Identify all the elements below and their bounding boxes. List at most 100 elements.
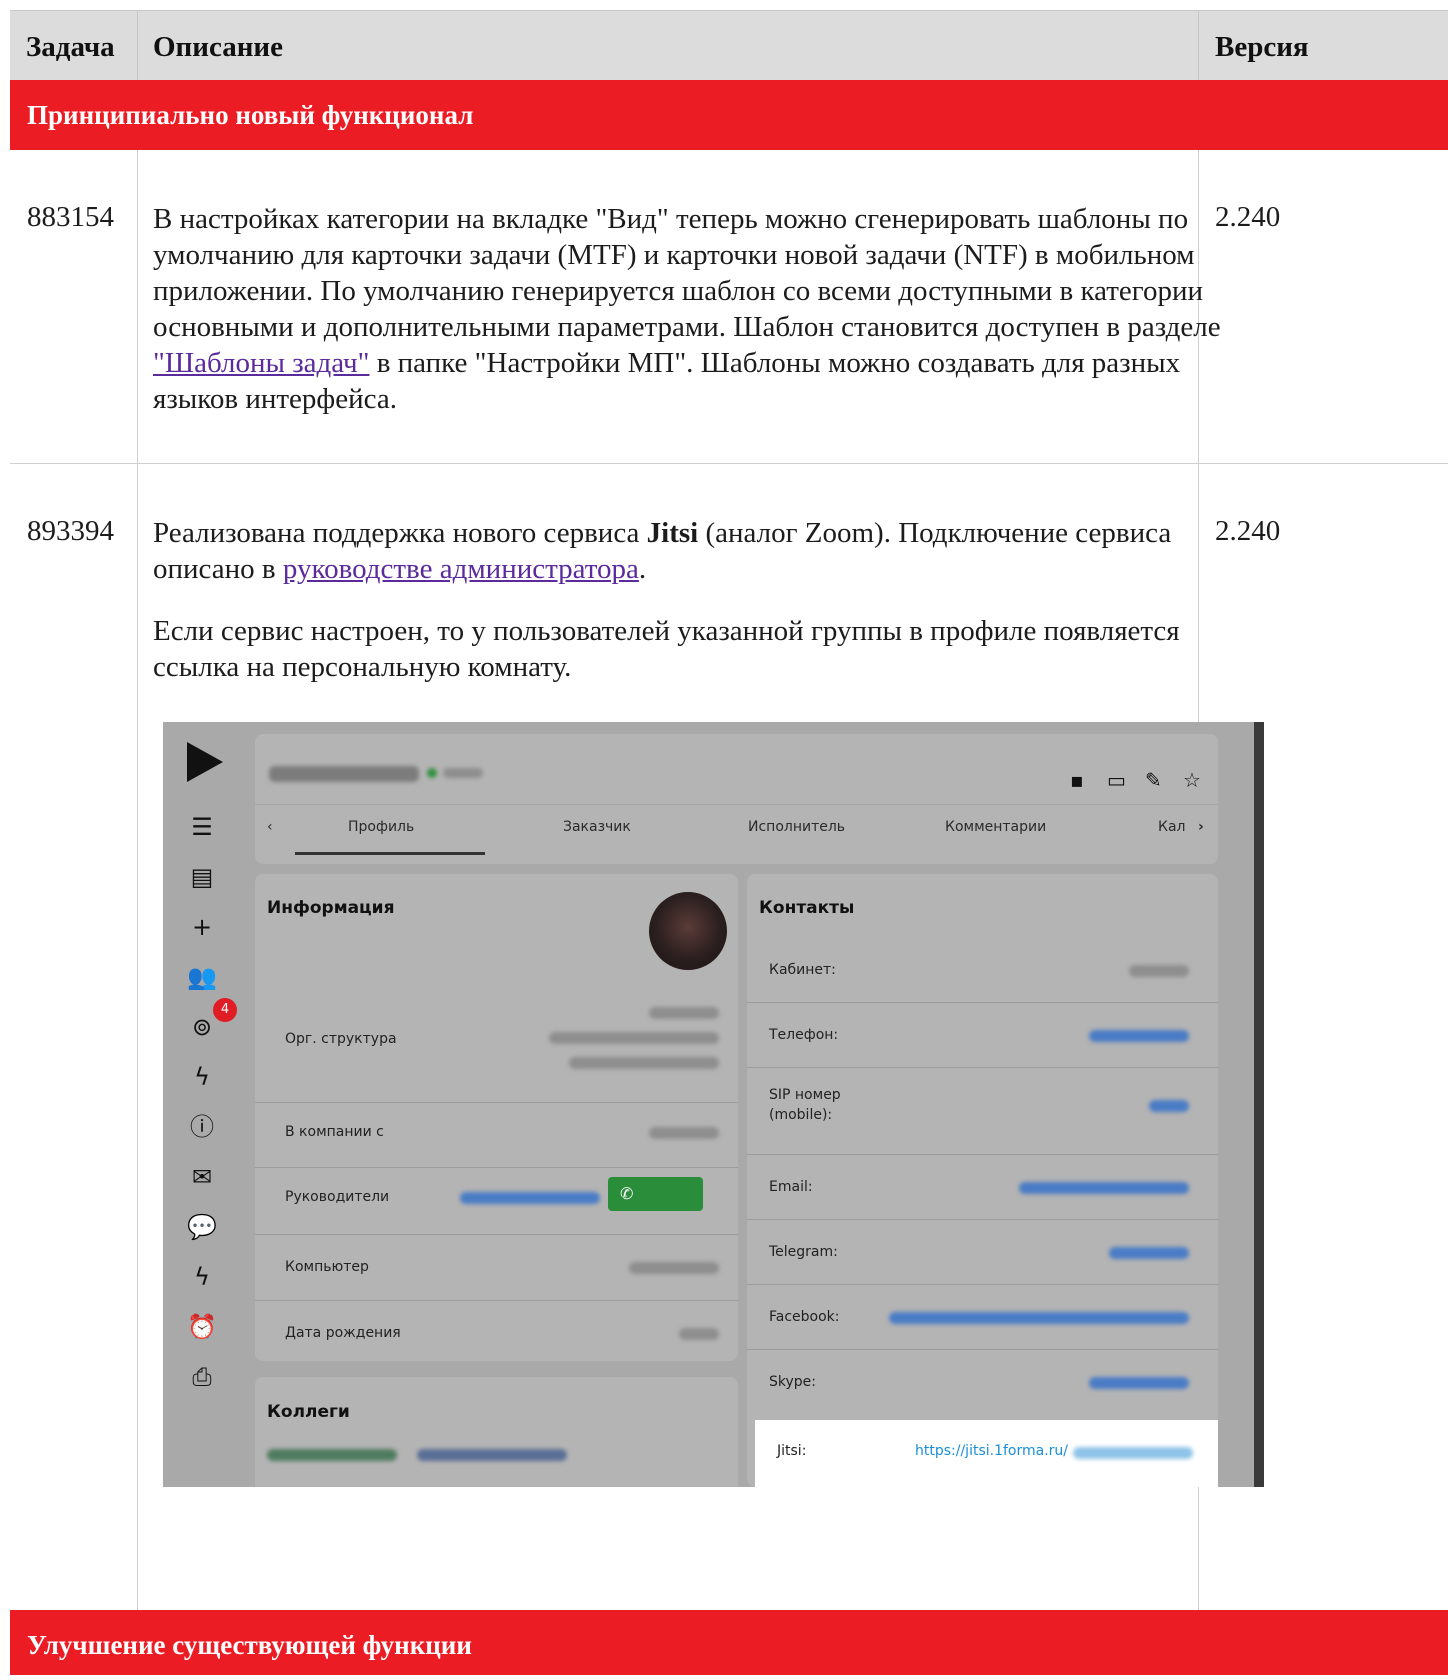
plus-icon: + bbox=[191, 913, 213, 941]
edit-icon[interactable]: ✎ bbox=[1145, 768, 1162, 792]
stats-icon-2: ϟ bbox=[194, 1263, 210, 1291]
alarm-icon: ⏰ bbox=[187, 1313, 217, 1341]
sidebar-rail: ☰ ▤ + 👥 ⊚ 4 ϟ ⓘ ✉ 💬 ϟ ⏰ ⎙ bbox=[163, 722, 243, 1487]
blurred-link[interactable] bbox=[889, 1312, 1189, 1324]
blurred-link[interactable] bbox=[460, 1192, 600, 1204]
sip-label: SIP номер bbox=[769, 1087, 841, 1103]
column-divider bbox=[1198, 11, 1199, 81]
in-company-since-label: В компании с bbox=[285, 1124, 384, 1140]
column-divider bbox=[137, 11, 138, 81]
tabs-prev-icon[interactable]: ‹ bbox=[267, 819, 273, 835]
status-blurred bbox=[443, 768, 483, 778]
row-divider bbox=[255, 1300, 738, 1301]
task-version: 2.240 bbox=[1215, 201, 1281, 233]
facebook-label: Facebook: bbox=[769, 1309, 840, 1325]
blurred-value bbox=[649, 1127, 719, 1139]
contacts-card-title: Контакты bbox=[759, 898, 855, 918]
row-divider bbox=[747, 1284, 1218, 1285]
profile-screenshot: ☰ ▤ + 👥 ⊚ 4 ϟ ⓘ ✉ 💬 ϟ ⏰ ⎙ ▪ ▭ ✎ ☆ ‹ Проф… bbox=[163, 722, 1264, 1487]
status-dot bbox=[427, 768, 437, 778]
blurred-value bbox=[649, 1007, 719, 1019]
colleagues-card: Коллеги bbox=[255, 1377, 738, 1487]
email-label: Email: bbox=[769, 1179, 813, 1195]
blurred-link[interactable] bbox=[1089, 1377, 1189, 1389]
header-description: Описание bbox=[153, 31, 283, 63]
release-notes-page: Задача Описание Версия Принципиально нов… bbox=[0, 0, 1448, 1675]
task-description: В настройках категории на вкладке "Вид" … bbox=[153, 201, 1238, 417]
row-divider bbox=[747, 1349, 1218, 1350]
blurred-value bbox=[629, 1262, 719, 1274]
description-text: Реализована поддержка нового сервиса bbox=[153, 517, 647, 549]
user-name-blurred bbox=[269, 766, 419, 782]
row-divider bbox=[747, 1219, 1218, 1220]
info-card-title: Информация bbox=[267, 898, 395, 918]
board-icon: ▤ bbox=[190, 863, 214, 891]
description-paragraph: Если сервис настроен, то у пользователей… bbox=[153, 615, 1180, 683]
blurred-value bbox=[679, 1328, 719, 1340]
row-divider bbox=[255, 1102, 738, 1103]
computer-label: Компьютер bbox=[285, 1259, 369, 1275]
header-version: Версия bbox=[1215, 31, 1309, 63]
description-text: . bbox=[638, 553, 647, 585]
jitsi-bold: Jitsi bbox=[646, 517, 699, 549]
row-divider bbox=[747, 1154, 1218, 1155]
column-divider bbox=[137, 150, 138, 463]
skype-label: Skype: bbox=[769, 1374, 816, 1390]
description-paragraph: Реализована поддержка нового сервиса Jit… bbox=[153, 515, 1238, 587]
section-header: Принципиально новый функционал bbox=[10, 80, 1448, 150]
blurred-colleague[interactable] bbox=[417, 1449, 567, 1461]
jitsi-label: Jitsi: bbox=[777, 1443, 807, 1459]
blurred-value bbox=[569, 1057, 719, 1069]
sip-mobile-label: (mobile): bbox=[769, 1107, 833, 1123]
row-divider bbox=[747, 1002, 1218, 1003]
blurred-colleague[interactable] bbox=[267, 1449, 397, 1461]
avatar bbox=[649, 892, 727, 970]
jitsi-room-link[interactable]: https://jitsi.1forma.ru/ bbox=[915, 1443, 1068, 1459]
document-icon[interactable]: ▪ bbox=[1070, 768, 1084, 792]
call-button[interactable]: ✆ bbox=[608, 1177, 703, 1211]
tabs-next-icon[interactable]: › bbox=[1198, 819, 1204, 835]
help-icon: ⊚ bbox=[191, 1013, 213, 1041]
tab-executor[interactable]: Исполнитель bbox=[748, 819, 845, 835]
inbox-icon: ⎙ bbox=[192, 1363, 212, 1391]
notification-badge: 4 bbox=[213, 998, 237, 1022]
blurred-value bbox=[1129, 965, 1189, 977]
chat-icon: 💬 bbox=[187, 1213, 217, 1241]
phone-label: Телефон: bbox=[769, 1027, 839, 1043]
task-id: 883154 bbox=[27, 201, 114, 233]
blurred-link[interactable] bbox=[1019, 1182, 1189, 1194]
colleagues-card-title: Коллеги bbox=[267, 1402, 350, 1422]
tab-comments[interactable]: Комментарии bbox=[945, 819, 1046, 835]
table-row: 883154 В настройках категории на вкладке… bbox=[10, 150, 1448, 463]
tab-profile[interactable]: Профиль bbox=[348, 819, 414, 835]
row-divider bbox=[255, 1234, 738, 1235]
tab-customer[interactable]: Заказчик bbox=[563, 819, 631, 835]
task-templates-link[interactable]: "Шаблоны задач" bbox=[153, 347, 369, 379]
row-divider bbox=[747, 1067, 1218, 1068]
blurred-link[interactable] bbox=[1149, 1100, 1189, 1112]
row-divider bbox=[255, 1167, 738, 1168]
blurred-link[interactable] bbox=[1089, 1030, 1189, 1042]
star-icon[interactable]: ☆ bbox=[1183, 768, 1201, 792]
cabinet-label: Кабинет: bbox=[769, 962, 836, 978]
admin-guide-link[interactable]: руководстве администратора bbox=[283, 553, 639, 585]
jitsi-row: Jitsi: https://jitsi.1forma.ru/ bbox=[755, 1420, 1218, 1487]
table-header: Задача Описание Версия bbox=[10, 10, 1448, 81]
blurred-link[interactable] bbox=[1109, 1247, 1189, 1259]
scrollbar bbox=[1254, 722, 1264, 1487]
menu-icon: ☰ bbox=[191, 813, 213, 841]
play-logo-icon bbox=[187, 742, 223, 782]
users-icon: 👥 bbox=[187, 963, 217, 991]
active-tab-indicator bbox=[295, 852, 485, 855]
birthdate-label: Дата рождения bbox=[285, 1325, 401, 1341]
row-divider bbox=[10, 463, 1448, 464]
blurred-link[interactable] bbox=[1073, 1447, 1193, 1459]
org-structure-label: Орг. структура bbox=[285, 1031, 397, 1047]
section-header: Улучшение существующей функции bbox=[10, 1610, 1448, 1675]
stats-icon: ϟ bbox=[194, 1063, 210, 1091]
profile-header-card: ▪ ▭ ✎ ☆ bbox=[255, 734, 1218, 864]
header-divider bbox=[255, 804, 1218, 805]
calendar-icon[interactable]: ▭ bbox=[1107, 768, 1126, 792]
section-title: Улучшение существующей функции bbox=[27, 1630, 472, 1660]
tab-calendar[interactable]: Кал bbox=[1158, 819, 1185, 835]
